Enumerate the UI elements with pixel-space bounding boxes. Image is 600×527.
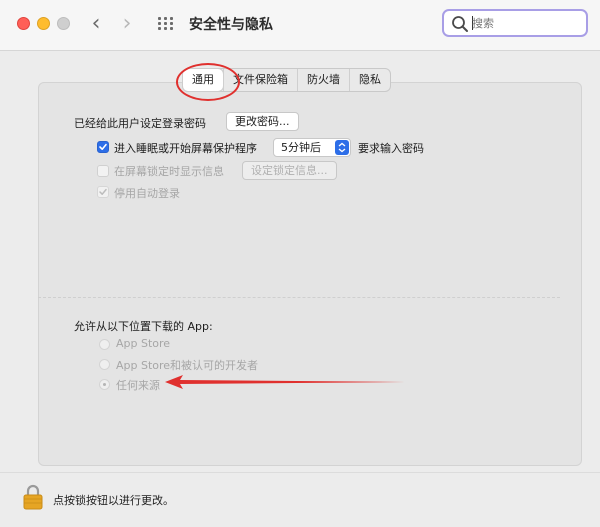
- lock-icon[interactable]: [23, 484, 43, 510]
- lock-instruction: 点按锁按钮以进行更改。: [53, 494, 174, 507]
- minimize-window-button[interactable]: [37, 17, 50, 30]
- radio-app-store: [99, 339, 110, 350]
- login-password-label: 已经给此用户设定登录密码: [74, 117, 206, 130]
- section-divider: [38, 297, 560, 298]
- disable-autologin-checkbox: [97, 186, 109, 198]
- option-app-store-identified-label: App Store和被认可的开发者: [116, 359, 259, 372]
- search-input[interactable]: [472, 14, 582, 32]
- title-bar: ‹ › 安全性与隐私: [0, 0, 600, 51]
- updown-chevron-icon: [335, 140, 349, 155]
- show-message-checkbox: [97, 165, 109, 177]
- require-password-suffix: 要求输入密码: [358, 142, 424, 155]
- checkmark-icon: [99, 143, 107, 150]
- set-lock-message-button: 设定锁定信息...: [242, 161, 337, 180]
- window-title: 安全性与隐私: [189, 17, 273, 33]
- downloads-heading: 允许从以下位置下载的 App:: [74, 320, 213, 333]
- back-chevron-icon[interactable]: ‹: [86, 11, 106, 37]
- password-delay-select[interactable]: 5分钟后: [273, 138, 351, 157]
- checkmark-icon: [99, 188, 107, 195]
- close-window-button[interactable]: [17, 17, 30, 30]
- radio-anywhere: [99, 379, 110, 390]
- tab-firewall[interactable]: 防火墙: [297, 69, 349, 91]
- search-icon: [452, 16, 468, 32]
- show-message-label: 在屏幕锁定时显示信息: [114, 165, 224, 178]
- zoom-window-button[interactable]: [57, 17, 70, 30]
- footer-separator: [0, 472, 600, 473]
- search-field[interactable]: [442, 9, 588, 37]
- password-delay-value: 5分钟后: [281, 141, 321, 154]
- require-password-checkbox[interactable]: [97, 141, 109, 153]
- option-anywhere-label: 任何来源: [116, 379, 160, 392]
- option-app-store-label: App Store: [116, 337, 171, 350]
- change-password-button[interactable]: 更改密码...: [226, 112, 299, 131]
- require-password-label: 进入睡眠或开始屏幕保护程序: [114, 142, 257, 155]
- annotation-circle: [176, 63, 240, 101]
- tab-privacy[interactable]: 隐私: [349, 69, 390, 91]
- radio-app-store-identified: [99, 359, 110, 370]
- disable-autologin-label: 停用自动登录: [114, 187, 180, 200]
- annotation-arrow: [165, 375, 405, 389]
- forward-chevron-icon[interactable]: ›: [117, 11, 137, 37]
- show-all-grid-icon[interactable]: [158, 17, 174, 31]
